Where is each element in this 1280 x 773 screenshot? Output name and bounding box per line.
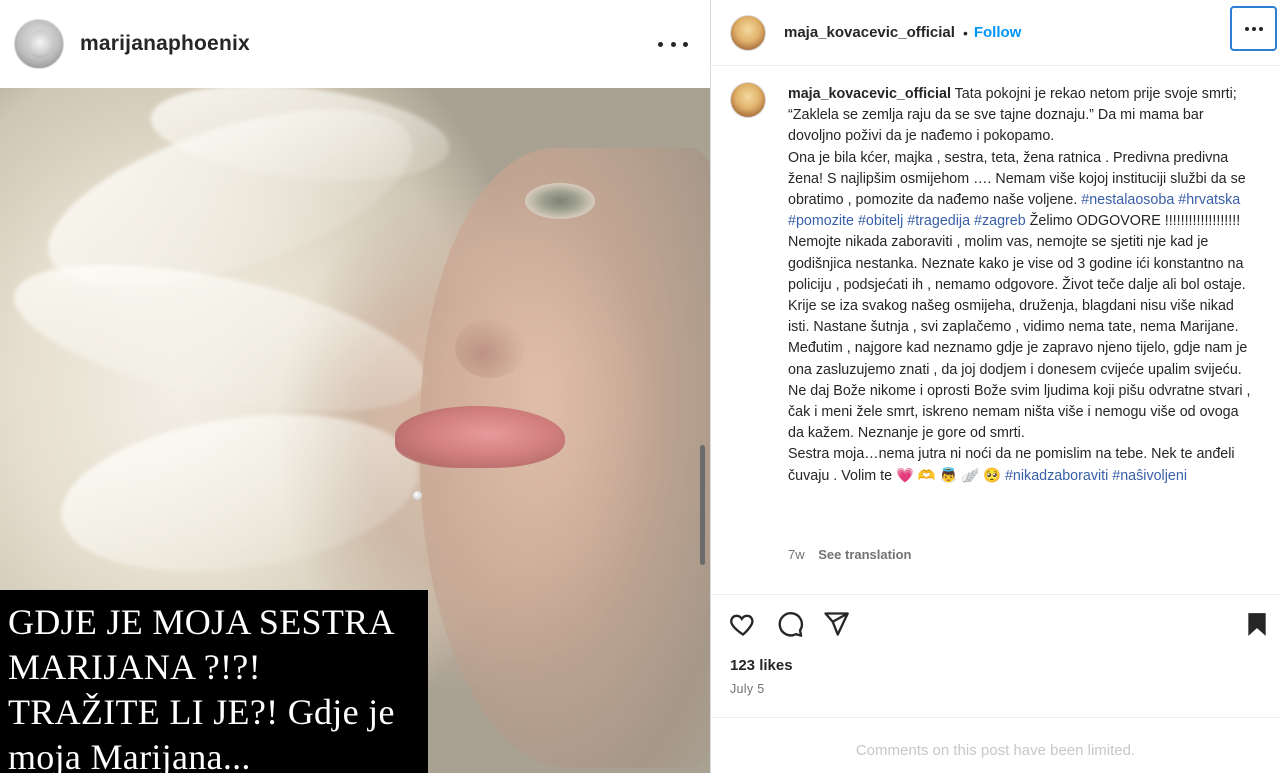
media-header: marijanaphoenix — [0, 0, 710, 88]
bookmark-icon[interactable] — [1241, 606, 1273, 642]
post-details-panel: maja_kovacevic_official • Follow maja_ko… — [711, 0, 1280, 773]
hashtag-link[interactable]: #nestalaosoba — [1081, 192, 1174, 208]
hashtag-link[interactable]: #nikadzaboraviti — [1005, 468, 1108, 484]
emoji-group: 💗 🫶 👼 🪽 🥺 — [896, 467, 1001, 484]
hashtag-link[interactable]: #tragedija — [907, 213, 970, 229]
caption-text: maja_kovacevic_official Tata pokojni je … — [788, 84, 1253, 487]
more-options-icon[interactable] — [1230, 6, 1277, 51]
more-options-icon[interactable] — [658, 30, 688, 58]
author-username[interactable]: marijanaphoenix — [80, 32, 250, 56]
poster-avatar[interactable] — [730, 14, 766, 51]
caption-paragraph: Želimo ODGOVORE !!!!!!!!!!!!!!!!!!! — [1025, 213, 1241, 230]
media-scrollbar[interactable] — [700, 445, 705, 565]
piercing-dot — [413, 491, 422, 500]
overlay-line: GDJE JE MOJA SESTRA — [8, 602, 395, 642]
caption-username[interactable]: maja_kovacevic_official — [788, 86, 951, 102]
comments-limited-notice: Comments on this post have been limited. — [855, 742, 1136, 759]
nose-region — [455, 318, 525, 378]
caption-meta: 7w See translation — [788, 547, 921, 562]
actions-divider — [711, 594, 1280, 595]
comments-divider — [711, 717, 1280, 718]
lips-region — [395, 406, 565, 468]
post-media-panel: marijanaphoenix GDJE JE MOJA SESTRA MARI… — [0, 0, 710, 773]
follow-button[interactable]: Follow — [974, 24, 1022, 41]
caption-avatar[interactable] — [730, 82, 766, 118]
action-bar — [711, 606, 1280, 646]
eye-region — [525, 183, 595, 219]
hashtag-link[interactable]: #zagreb — [974, 213, 1026, 229]
poster-username[interactable]: maja_kovacevic_official — [784, 24, 955, 41]
hashtag-link[interactable]: #naŝivoljeni — [1112, 468, 1187, 484]
overlay-line: TRAŽITE LI JE?! Gdje je — [8, 692, 395, 732]
post-age[interactable]: 7w — [788, 547, 805, 562]
post-header: maja_kovacevic_official • Follow — [711, 0, 1280, 66]
author-avatar[interactable] — [14, 19, 64, 69]
heart-icon[interactable] — [727, 606, 759, 642]
see-translation-button[interactable]: See translation — [818, 547, 911, 562]
like-count[interactable]: 123 likes — [730, 657, 793, 674]
image-text-overlay: GDJE JE MOJA SESTRA MARIJANA ?!?! TRAŽIT… — [0, 590, 428, 773]
overlay-line: MARIJANA ?!?! — [8, 647, 261, 687]
hashtag-link[interactable]: #obitelj — [858, 213, 903, 229]
hashtag-link[interactable]: #pomozite — [788, 213, 854, 229]
post-date[interactable]: July 5 — [730, 682, 764, 696]
comment-icon[interactable] — [774, 606, 806, 642]
overlay-line: moja Marijana... — [8, 737, 251, 773]
send-icon[interactable] — [820, 606, 852, 642]
header-separator: • — [962, 24, 968, 41]
hashtag-link[interactable]: #hrvatska — [1178, 192, 1240, 208]
caption-paragraph: Nemojte nikada zaboraviti , molim vas, n… — [788, 234, 1251, 442]
